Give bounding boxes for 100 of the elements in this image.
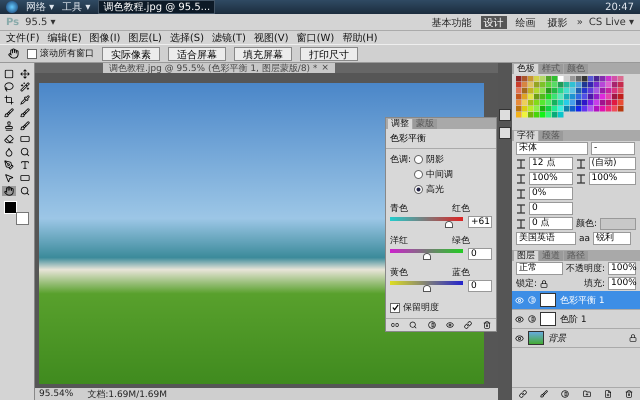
workspace-button[interactable]: 基本功能	[428, 16, 475, 28]
fill-field[interactable]: 100%	[608, 277, 636, 290]
tool-icon[interactable]	[4, 121, 14, 131]
foreground-color-swatch[interactable]	[4, 201, 17, 214]
taskbar-menu[interactable]: 网络 ▾	[26, 0, 54, 14]
menu-item[interactable]: 图像(I)	[90, 30, 120, 44]
start-orb-icon[interactable]	[6, 1, 18, 13]
tool-icon[interactable]	[4, 95, 14, 105]
language-field[interactable]: 美国英语	[516, 232, 576, 245]
panel-tab[interactable]: 色板	[514, 64, 538, 74]
tool-icon[interactable]	[4, 147, 14, 157]
layer-footer-icon[interactable]	[582, 390, 591, 398]
tool-icon[interactable]	[20, 134, 30, 144]
slider-thumb[interactable]	[445, 221, 454, 228]
blend-mode-field[interactable]: 正常	[516, 262, 563, 275]
panel-footer-icon[interactable]	[446, 321, 454, 329]
layer-row[interactable]: 色阶 1	[512, 310, 640, 329]
more-workspaces-button[interactable]: »	[576, 16, 583, 28]
panel-tab[interactable]: 字符	[514, 131, 538, 141]
vertical-scale-field[interactable]: 100%	[529, 172, 573, 185]
cs-live-button[interactable]: CS Live ▾	[588, 16, 634, 28]
tool-icon[interactable]	[20, 147, 30, 157]
antialias-field[interactable]: 锐利	[593, 232, 632, 245]
tool-icon[interactable]	[4, 186, 14, 196]
workspace-button[interactable]: 设计	[480, 16, 507, 28]
panel-footer-icon[interactable]	[428, 321, 436, 329]
tool-icon[interactable]	[4, 134, 14, 144]
eye-icon[interactable]	[515, 314, 524, 324]
tool-icon[interactable]	[20, 173, 30, 183]
slider-thumb[interactable]	[423, 285, 432, 292]
font-size-field[interactable]: 12 点	[529, 157, 573, 170]
lock-icon[interactable]	[540, 280, 548, 288]
text-color-swatch[interactable]	[600, 218, 636, 230]
value-field[interactable]: +61	[468, 216, 492, 228]
close-button[interactable]: ×	[321, 63, 329, 73]
app-logo: Ps	[6, 16, 20, 28]
radio-button[interactable]	[414, 185, 424, 194]
layer-footer-icon[interactable]	[540, 390, 548, 398]
eye-icon[interactable]	[515, 334, 524, 342]
option-button[interactable]: 打印尺寸	[300, 46, 358, 60]
font-style-field[interactable]: -	[591, 142, 635, 155]
tool-icon[interactable]	[20, 186, 30, 196]
hand-tool-icon[interactable]	[8, 48, 19, 59]
menu-item[interactable]: 文件(F)	[6, 30, 40, 44]
layer-footer-icon[interactable]	[625, 390, 634, 398]
value-field[interactable]: 0	[468, 248, 492, 260]
document-title: 调色教程.jpg @ 95.5% (色彩平衡 1, 图层蒙版/8) *	[109, 62, 318, 74]
zoom-select[interactable]: 95.5 ▾	[25, 16, 56, 28]
tool-icon[interactable]	[4, 82, 14, 92]
baseline-field[interactable]: 0 点	[529, 217, 573, 230]
tool-icon[interactable]	[20, 95, 30, 105]
workspace-button[interactable]: 绘画	[512, 16, 539, 28]
panel-footer-icon[interactable]	[482, 321, 491, 329]
option-button[interactable]: 适合屏幕	[168, 46, 226, 60]
checkbox[interactable]	[390, 302, 400, 312]
tool-icon[interactable]	[4, 173, 14, 183]
menu-item[interactable]: 选择(S)	[170, 30, 204, 44]
menu-item[interactable]: 窗口(W)	[296, 30, 334, 44]
option-button[interactable]: 填充屏幕	[234, 46, 292, 60]
tracking-field[interactable]: 0%	[529, 187, 573, 200]
layer-footer-icon[interactable]	[518, 390, 527, 398]
document-tab[interactable]: 调色教程.jpg @ 95.5% (色彩平衡 1, 图层蒙版/8) * ×	[103, 63, 335, 73]
tool-icon[interactable]	[20, 69, 30, 79]
adjustments-panel-button[interactable]	[499, 109, 511, 121]
leading-field[interactable]: (自动)	[588, 157, 636, 170]
horizontal-scale-field[interactable]: 100%	[588, 172, 636, 185]
tool-icon[interactable]	[4, 160, 14, 170]
layer-footer-icon[interactable]	[604, 390, 612, 398]
taskbar-menu[interactable]: 工具 ▾	[62, 0, 90, 14]
panel-footer-icon[interactable]	[409, 321, 418, 329]
value-field[interactable]: 0	[468, 280, 492, 292]
workspace-button[interactable]: 摄影	[544, 16, 571, 28]
panel-tab[interactable]: 调整	[388, 119, 412, 129]
tool-icon[interactable]	[4, 108, 14, 118]
tool-icon[interactable]	[4, 69, 14, 79]
menu-item[interactable]: 滤镜(T)	[212, 30, 246, 44]
menu-item[interactable]: 编辑(E)	[48, 30, 82, 44]
checkbox[interactable]	[27, 48, 37, 58]
slider-thumb[interactable]	[423, 253, 432, 260]
font-family-field[interactable]: 宋体	[516, 142, 588, 155]
tool-icon[interactable]	[20, 108, 30, 118]
tool-icon[interactable]	[20, 82, 30, 92]
background-color-swatch[interactable]	[16, 212, 29, 225]
panel-footer-icon[interactable]	[464, 321, 472, 329]
opacity-field[interactable]: 100%	[608, 262, 636, 275]
option-button[interactable]: 实际像素	[102, 46, 160, 60]
menu-item[interactable]: 视图(V)	[254, 30, 289, 44]
panel-tab[interactable]: 图层	[514, 251, 538, 261]
layer-row[interactable]: 背景	[512, 329, 640, 348]
layer-footer-icon[interactable]	[561, 390, 570, 398]
taskbar-task[interactable]: 调色教程.jpg @ 95.5...	[98, 0, 216, 14]
masks-panel-button[interactable]	[499, 127, 511, 139]
menu-item[interactable]: 帮助(H)	[342, 30, 378, 44]
tool-icon[interactable]	[20, 121, 30, 131]
tool-icon[interactable]	[20, 160, 30, 170]
kerning-field[interactable]: 0	[529, 202, 573, 215]
panel-footer-icon[interactable]	[391, 321, 400, 329]
radio-button[interactable]	[414, 170, 424, 179]
radio-button[interactable]	[414, 155, 424, 164]
menu-item[interactable]: 图层(L)	[128, 30, 162, 44]
